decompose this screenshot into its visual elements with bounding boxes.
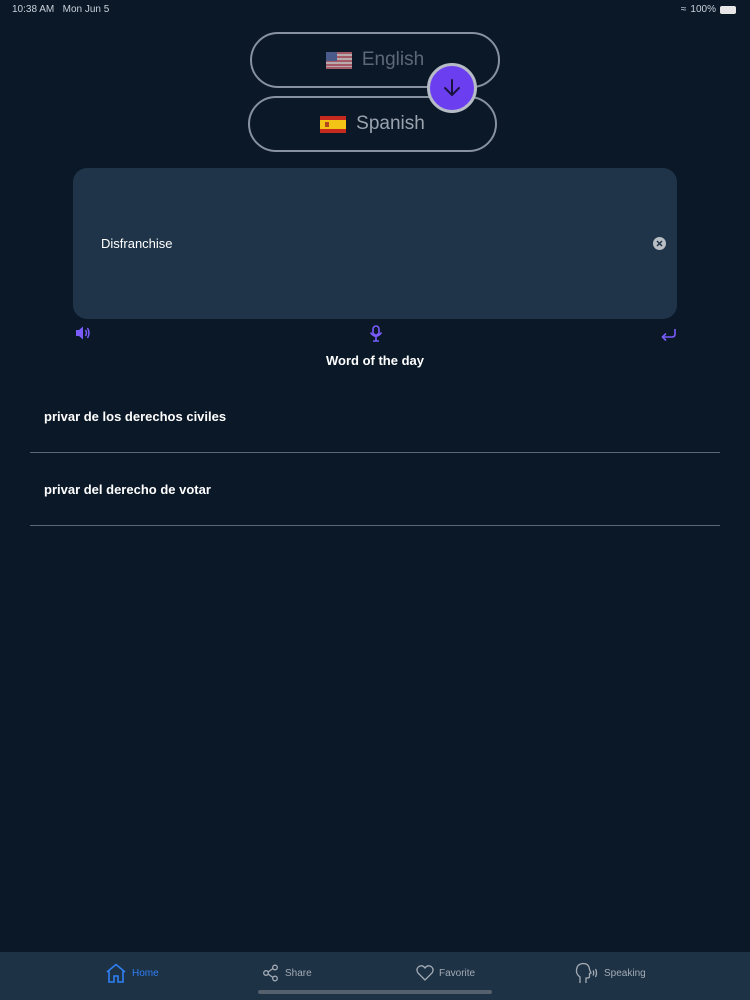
tab-home[interactable]: Home: [105, 960, 159, 986]
status-bar: 10:38 AM Mon Jun 5 ≈ 100%: [0, 0, 750, 20]
us-flag-icon: [325, 51, 352, 69]
source-language-label: English: [361, 49, 425, 70]
status-date: Mon Jun 5: [62, 4, 110, 15]
result-item[interactable]: privar de los derechos civiles: [30, 380, 720, 453]
microphone-icon[interactable]: [369, 325, 383, 342]
home-icon: [106, 963, 126, 983]
translation-input[interactable]: Disfranchise: [101, 236, 173, 251]
heart-icon: [416, 965, 434, 981]
home-indicator: [258, 990, 492, 994]
status-time: 10:38 AM: [12, 4, 55, 15]
tab-speaking-label: Speaking: [604, 967, 646, 979]
tab-share[interactable]: Share: [262, 960, 312, 986]
arrow-down-icon: [444, 79, 460, 96]
es-flag-icon: [320, 115, 347, 133]
target-language-label: Spanish: [356, 113, 425, 134]
wifi-icon: ≈: [680, 4, 687, 15]
result-item[interactable]: privar del derecho de votar: [30, 453, 720, 526]
tab-favorite[interactable]: Favorite: [416, 960, 475, 986]
translation-input-card[interactable]: Disfranchise: [73, 168, 677, 319]
word-of-the-day-link[interactable]: Word of the day: [0, 353, 750, 368]
tab-share-label: Share: [285, 967, 312, 979]
speaking-head-icon: [575, 962, 598, 983]
battery-icon: [720, 5, 736, 14]
tab-favorite-label: Favorite: [439, 967, 476, 979]
share-icon: [263, 964, 278, 982]
translation-results: privar de los derechos civiles privar de…: [30, 380, 720, 526]
clear-x-glyph: [656, 240, 663, 247]
speaker-icon[interactable]: [75, 325, 91, 341]
return-icon[interactable]: [660, 328, 678, 342]
battery-percent: 100%: [690, 4, 716, 15]
tab-home-label: Home: [132, 967, 159, 979]
clear-icon[interactable]: [653, 237, 666, 250]
swap-languages-button[interactable]: [427, 63, 477, 113]
tab-speaking[interactable]: Speaking: [575, 960, 646, 986]
